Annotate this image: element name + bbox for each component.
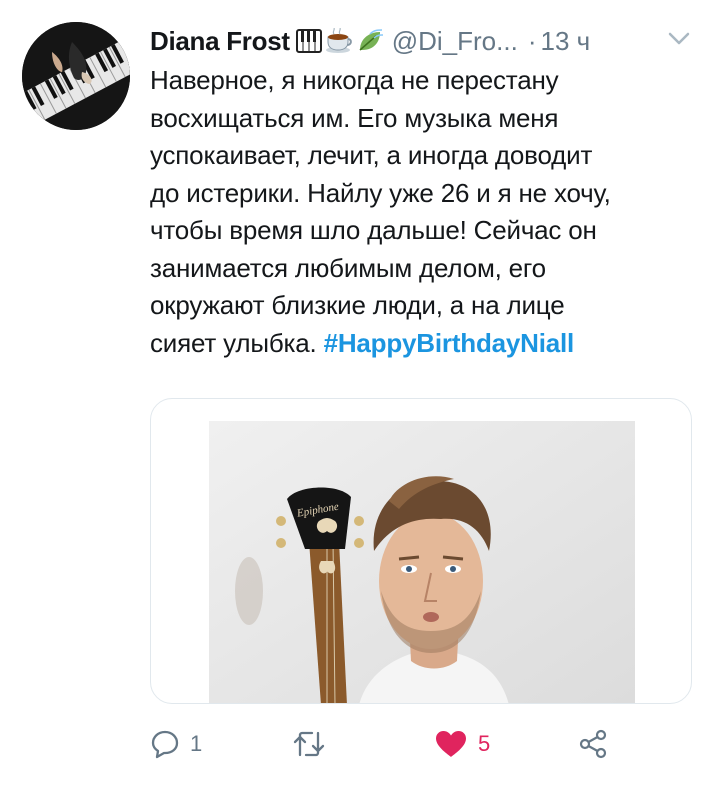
tweet-text-line: Наверное, я никогда не перестану — [150, 65, 559, 95]
author-name[interactable]: Diana Frost — [150, 26, 290, 57]
tweet-photo[interactable]: Epiphone — [209, 421, 635, 703]
reply-count: 1 — [190, 731, 203, 756]
author-emojis — [295, 28, 384, 54]
tweet-text-line: окружают близкие люди, а на лице — [150, 290, 565, 320]
more-options-chevron-icon[interactable] — [668, 32, 690, 51]
share-button[interactable] — [578, 722, 608, 766]
reply-button[interactable]: 1 — [150, 722, 202, 766]
teacup-emoji-icon — [325, 28, 352, 53]
tweet-actions: 1 5 — [150, 722, 696, 766]
tweet-text-line: успокаивает, лечит, а иногда доводит — [150, 140, 593, 170]
retweet-button[interactable] — [292, 722, 336, 766]
hashtag-link[interactable]: #HappyBirthdayNiall — [324, 328, 575, 358]
tweet-timestamp[interactable]: 13 ч — [540, 26, 590, 57]
tweet-header: Diana Frost @Di_Fro... · 13 ч — [150, 22, 696, 60]
avatar-piano-photo — [22, 22, 130, 130]
tweet-text-line: чтобы время шло дальше! Сейчас он — [150, 215, 597, 245]
like-button[interactable]: 5 — [434, 722, 490, 766]
separator-dot: · — [527, 25, 537, 56]
reply-icon — [151, 730, 179, 759]
tweet-text-line: занимается любимым делом, его — [150, 252, 546, 283]
leaf-wind-emoji-icon — [359, 29, 383, 51]
tweet-text-last-line: сияет улыбка. #HappyBirthdayNiall — [150, 325, 695, 363]
tweet-text: Наверное, я никогда не перестану восхища… — [150, 62, 695, 362]
avatar[interactable] — [22, 22, 130, 130]
media-card[interactable]: Epiphone — [150, 398, 692, 704]
share-icon — [579, 729, 607, 759]
photo-man-with-guitar: Epiphone — [209, 421, 635, 703]
author-handle[interactable]: @Di_Fro... — [392, 26, 518, 57]
tweet-text-tail: сияет улыбка. — [150, 327, 324, 358]
heart-icon — [436, 731, 466, 757]
retweet-icon — [293, 731, 325, 757]
tweet-text-line: до истерики. Найлу уже 26 и я не хочу, — [150, 177, 611, 208]
tweet-text-line: восхищаться им. Его музыка меня — [150, 102, 559, 133]
piano-keys-emoji-icon — [295, 29, 322, 53]
like-count: 5 — [478, 731, 491, 756]
